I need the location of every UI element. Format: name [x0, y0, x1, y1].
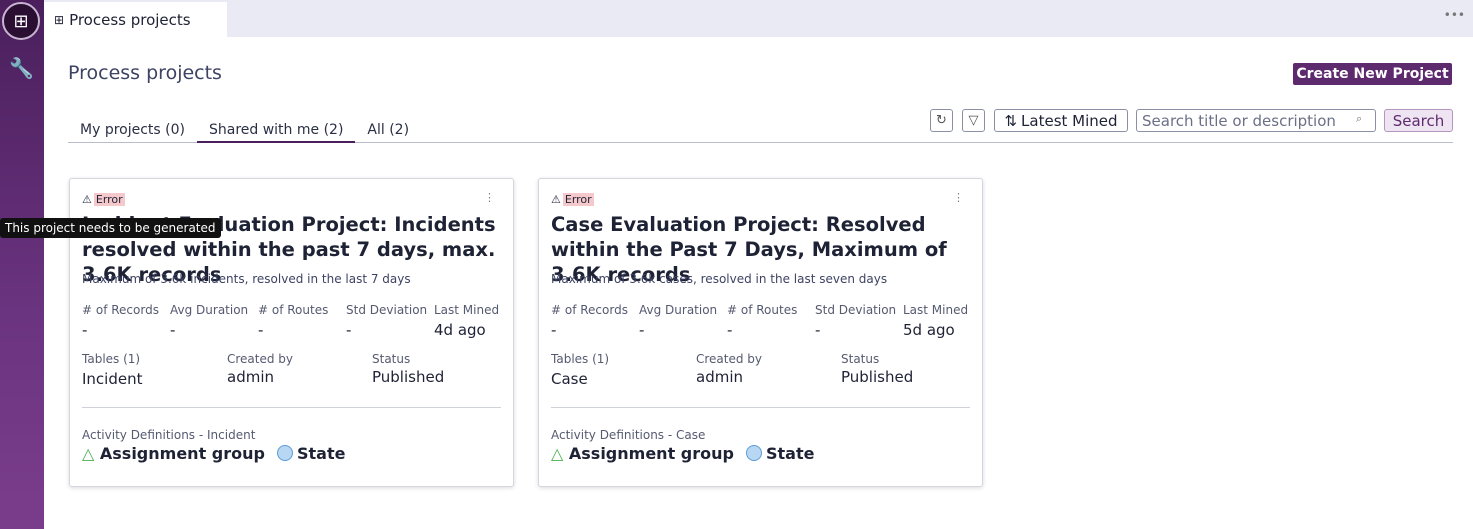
label: Tables (1) — [82, 352, 141, 366]
label: Created by — [227, 352, 294, 366]
table-value: Case — [551, 370, 588, 388]
divider — [551, 407, 970, 408]
label: # of Records — [82, 303, 159, 317]
more-options-icon[interactable]: ⋮ — [484, 191, 495, 204]
card-meta: Tables (1) Incident Created by admin Statu… — [82, 352, 517, 388]
tab-my-projects[interactable]: My projects (0) — [68, 119, 197, 143]
records-value: - — [82, 321, 88, 339]
tab-shared-with-me[interactable]: Shared with me (2) — [196, 119, 356, 143]
label: Activity Definitions - Incident — [82, 428, 256, 442]
label: Created by — [696, 352, 763, 366]
routes-value: - — [727, 321, 733, 339]
table-value: Incident — [82, 370, 143, 388]
filter-button[interactable]: ▽ — [962, 109, 985, 132]
activity: Assignment group — [99, 444, 265, 463]
label: # of Records — [551, 303, 628, 317]
status-value: Published — [841, 368, 914, 386]
activity: State — [765, 444, 815, 463]
circle-icon — [745, 445, 762, 461]
badge-text: Error — [562, 193, 594, 206]
std-value: - — [346, 321, 352, 339]
label: Last Mined — [903, 303, 969, 317]
more-icon[interactable]: ••• — [1444, 8, 1465, 22]
label: Avg Duration — [639, 303, 718, 317]
label: Std Deviation — [346, 303, 428, 317]
refresh-icon: ↻ — [936, 113, 947, 128]
process-tree-icon: ⊞ — [54, 12, 65, 27]
error-badge: ⚠ Error — [82, 193, 125, 206]
search-icon: ⌕ — [1356, 112, 1363, 125]
activity-definitions: Activity Definitions - Case △ Assignment… — [551, 428, 814, 463]
status-value: Published — [372, 368, 445, 386]
create-project-button[interactable]: Create New Project — [1293, 63, 1452, 85]
card-description: Maximum of 3.6k cases, resolved in the l… — [551, 272, 888, 286]
activity: Assignment group — [568, 444, 734, 463]
sort-button[interactable]: ⇅ Latest Mined — [994, 109, 1128, 132]
error-badge: ⚠ Error — [551, 193, 594, 206]
activity-definitions: Activity Definitions - Incident △ Assign… — [82, 428, 345, 463]
label: # of Routes — [727, 303, 798, 317]
created-value: admin — [227, 368, 274, 386]
label: Activity Definitions - Case — [551, 428, 706, 442]
triangle-icon: △ — [82, 444, 95, 463]
label: Tables (1) — [551, 352, 610, 366]
wrench-icon[interactable]: 🔧 — [9, 56, 34, 80]
label: Std Deviation — [815, 303, 897, 317]
created-value: admin — [696, 368, 743, 386]
records-value: - — [551, 321, 557, 339]
process-tree-icon[interactable]: ⊞ — [2, 2, 40, 40]
search-input[interactable] — [1136, 109, 1376, 132]
std-value: - — [815, 321, 821, 339]
badge-text: Error — [93, 193, 125, 206]
avg-value: - — [639, 321, 645, 339]
card-description: Maximum of 3.6k incidents, resolved in t… — [82, 272, 411, 286]
divider — [82, 407, 501, 408]
card-meta: Tables (1) Case Created by admin Status Pub… — [551, 352, 986, 388]
tab-all[interactable]: All (2) — [355, 119, 421, 143]
mined-value: 5d ago — [903, 321, 955, 339]
activity: State — [296, 444, 346, 463]
more-options-icon[interactable]: ⋮ — [953, 191, 964, 204]
sort-label: Latest Mined — [1021, 111, 1118, 130]
label: Last Mined — [434, 303, 500, 317]
tooltip: This project needs to be generated — [0, 218, 221, 238]
search-button[interactable]: Search — [1384, 109, 1453, 132]
mined-value: 4d ago — [434, 321, 486, 339]
tab-process-projects[interactable]: ⊞ Process projects — [44, 2, 227, 37]
project-card[interactable]: ⚠ Error ⋮ Case Evaluation Project: Resolv… — [538, 178, 983, 487]
tab-label: Process projects — [69, 10, 191, 29]
routes-value: - — [258, 321, 264, 339]
page-title: Process projects — [68, 62, 222, 84]
label: # of Routes — [258, 303, 329, 317]
warning-icon: ⚠ — [82, 193, 92, 206]
refresh-button[interactable]: ↻ — [930, 109, 953, 132]
circle-icon — [276, 445, 293, 461]
card-stats: # of Records - Avg Duration - # of Routes -… — [82, 303, 522, 339]
avg-value: - — [170, 321, 176, 339]
card-stats: # of Records - Avg Duration - # of Routes -… — [551, 303, 991, 339]
label: Avg Duration — [170, 303, 249, 317]
filter-icon: ▽ — [968, 113, 979, 128]
sidebar: ⊞ 🔧 — [0, 0, 44, 529]
warning-icon: ⚠ — [551, 193, 561, 206]
label: Status — [372, 352, 411, 366]
sort-icon: ⇅ — [1004, 111, 1018, 130]
triangle-icon: △ — [551, 444, 564, 463]
tab-bar: ⊞ Process projects ••• — [44, 0, 1473, 37]
label: Status — [841, 352, 880, 366]
